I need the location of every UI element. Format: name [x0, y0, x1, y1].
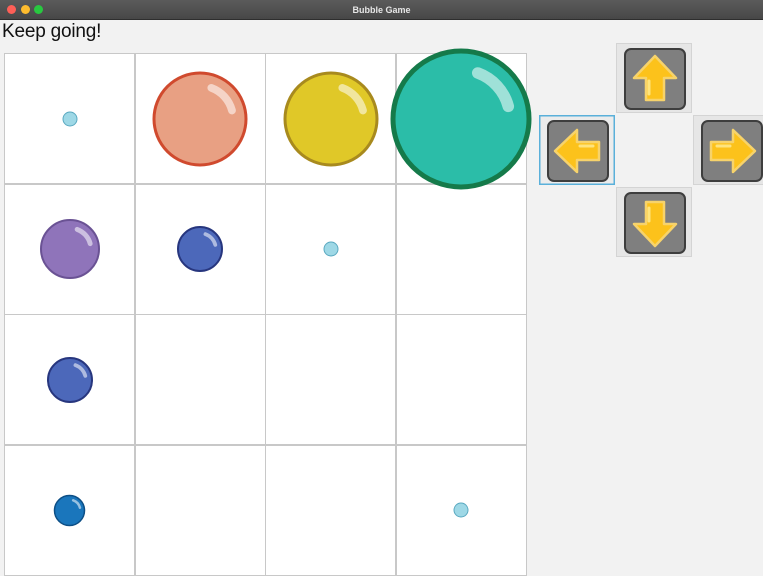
bubble: [390, 48, 532, 189]
bubble: [53, 494, 86, 526]
move-right-button[interactable]: [693, 115, 763, 185]
bubble: [283, 71, 378, 166]
window-titlebar: Bubble Game: [0, 0, 763, 20]
bubble: [62, 111, 77, 126]
board-cell: [134, 314, 266, 445]
bubble: [152, 71, 248, 166]
bubble: [177, 226, 223, 272]
arrow-left-icon: [553, 128, 601, 174]
move-down-button[interactable]: [616, 187, 692, 257]
arrow-down-icon: [632, 200, 678, 248]
window-title: Bubble Game: [352, 5, 411, 15]
board-cell: [395, 314, 527, 445]
bubble: [323, 241, 338, 257]
move-left-button[interactable]: [539, 115, 615, 185]
move-up-button[interactable]: [616, 43, 692, 113]
board-cell: [134, 444, 266, 576]
bubble: [46, 356, 93, 403]
status-message: Keep going!: [2, 21, 102, 42]
arrow-right-icon: [709, 128, 757, 174]
game-board: [4, 48, 532, 576]
board-cell: [265, 314, 396, 445]
board-cell: [395, 183, 527, 315]
board-cell: [265, 444, 396, 576]
bubble: [453, 502, 469, 518]
bubble: [39, 219, 100, 279]
arrow-up-icon: [632, 54, 678, 102]
